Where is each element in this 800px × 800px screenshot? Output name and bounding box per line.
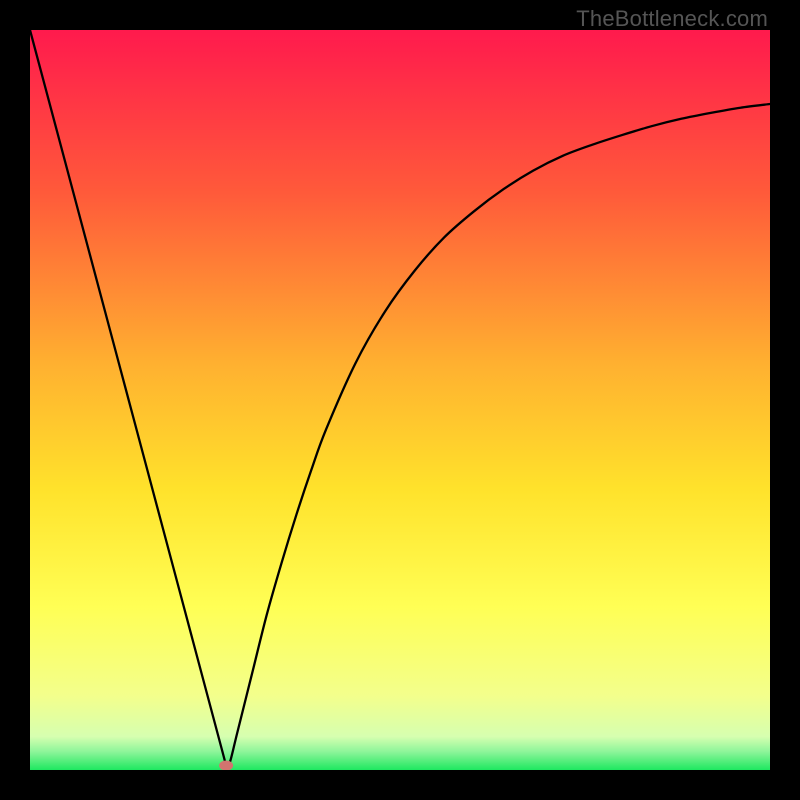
plot-area xyxy=(30,30,770,770)
bottleneck-curve xyxy=(30,30,770,770)
watermark-text: TheBottleneck.com xyxy=(576,6,768,32)
